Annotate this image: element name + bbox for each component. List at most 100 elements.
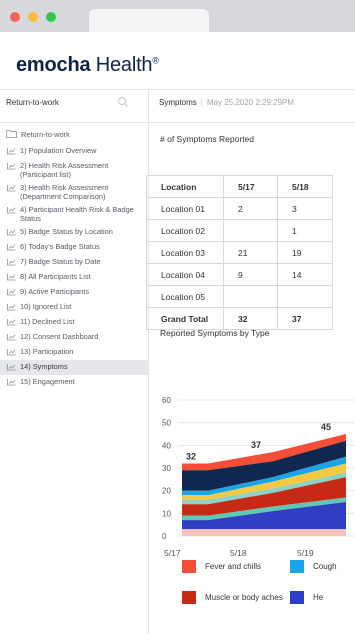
sidebar-item-label: 14) Symptoms [20,362,68,371]
section-title: Symptoms [159,98,197,107]
sidebar-item[interactable]: 15) Engagement [0,375,148,390]
table-cell [277,285,333,308]
sidebar-item[interactable]: 12) Consent Dashboard [0,330,148,345]
x-tick-label: 5/18 [230,548,247,558]
sidebar-item-label: 1) Population Overview [20,146,97,155]
sidebar-item[interactable]: 7) Badge Status by Date [0,255,148,270]
sidebar-item[interactable]: 6) Today's Badge Status [0,240,148,255]
table-row: Location 05 [146,285,333,308]
sidebar-item-label: 5) Badge Status by Location [20,227,113,236]
x-tick-label: 5/19 [297,548,314,558]
legend-swatch [290,560,304,573]
sidebar-item-return-to-work[interactable]: Return-to-work [0,128,148,143]
maximize-window-button[interactable] [46,12,56,22]
table-cell: Location 02 [146,219,224,242]
timestamp: May 25,2020 2:29:29PM [206,98,295,107]
legend-item[interactable]: Cough [290,560,337,573]
sidebar-item-label: 3) Health Risk Assessment (Department Co… [20,183,109,201]
sidebar-item[interactable]: 2) Health Risk Assessment (Participant l… [0,159,148,181]
table-cell: Location 01 [146,197,224,220]
total-data-label: 37 [251,440,261,450]
table-cell [223,285,278,308]
sidebar-item-label: 8) All Participants List [20,272,91,281]
report-icon [7,379,16,386]
table-cell: Location 03 [146,241,224,264]
sidebar-item-label: 13) Participation [20,347,74,356]
report-icon [7,207,16,214]
sidebar-item-label: 6) Today's Badge Status [20,242,100,251]
report-icon [7,289,16,296]
table-cell: 9 [223,263,278,286]
sidebar-item-label: 4) Participant Health Risk & Badge Statu… [20,205,134,223]
sidebar-item[interactable]: 13) Participation [0,345,148,360]
table-cell: 21 [223,241,278,264]
y-tick-label: 20 [162,487,171,496]
table-cell: 19 [277,241,333,264]
minimize-window-button[interactable] [28,12,38,22]
sidebar-item[interactable]: 10) Ignored List [0,300,148,315]
brand-logo: emocha Health® [16,54,159,76]
dashboard-page: emocha Health® Return-to-work Symptoms | M… [0,32,355,634]
report-icon [7,259,16,266]
report-icon [7,334,16,341]
sidebar-item[interactable]: 4) Participant Health Risk & Badge Statu… [0,203,148,225]
table-row: Location 02 1 [146,219,333,242]
report-icon [7,274,16,281]
browser-chrome [0,0,355,33]
report-icon [7,319,16,326]
app-frame: emocha Health® Return-to-work Symptoms | M… [0,0,355,634]
sidebar-item-label: 10) Ignored List [20,302,72,311]
report-icon [7,163,16,170]
table-row: Location 01 2 3 [146,197,333,220]
y-tick-label: 30 [162,464,171,473]
report-icon [7,304,16,311]
legend-label: He [313,593,324,602]
report-icon [7,229,16,236]
table-cell: Location 04 [146,263,224,286]
column-header[interactable]: 5/18 [277,175,333,198]
table-cell: Location 05 [146,285,224,308]
table-cell: 14 [277,263,333,286]
sidebar-item-label: 15) Engagement [20,377,75,386]
table-cell: 32 [223,307,278,330]
y-tick-label: 10 [162,509,171,518]
legend-swatch [290,591,304,604]
close-window-button[interactable] [10,12,20,22]
search-icon[interactable] [117,96,129,108]
table-cell: Grand Total [146,307,224,330]
legend-item[interactable]: He [290,591,323,604]
y-tick-label: 60 [162,396,171,405]
report-icon [7,148,16,155]
total-data-label: 45 [321,422,331,432]
sidebar-item-label: Return-to-work [21,130,70,139]
y-tick-label: 0 [162,532,167,541]
sidebar-item[interactable]: 1) Population Overview [0,144,148,159]
table-cell: 37 [277,307,333,330]
y-tick-label: 40 [162,441,171,450]
y-tick-label: 50 [162,419,171,428]
table-cell [223,219,278,242]
area-series [182,529,346,536]
sidebar-item[interactable]: 3) Health Risk Assessment (Department Co… [0,181,148,203]
total-data-label: 32 [186,451,196,461]
column-header[interactable]: 5/17 [223,175,278,198]
sidebar-item-label: 12) Consent Dashboard [20,332,99,341]
sidebar-item[interactable]: 5) Badge Status by Location [0,225,148,240]
sidebar-item-label: 7) Badge Status by Date [20,257,101,266]
report-icon [7,185,16,192]
report-icon [7,364,16,371]
sidebar-item[interactable]: 14) Symptoms [0,360,148,375]
legend-item[interactable]: Fever and chills [182,560,261,573]
sidebar-item[interactable]: 9) Active Participants [0,285,148,300]
legend-label: Fever and chills [205,562,262,571]
sidebar-item[interactable]: 11) Declined List [0,315,148,330]
symptoms-table: Location 5/17 5/18 Location 01 2 3 Location… [146,175,333,330]
column-header[interactable]: Location [146,175,224,198]
legend-item[interactable]: Muscle or body aches [182,591,283,604]
sidebar-item[interactable]: 8) All Participants List [0,270,148,285]
report-icon [7,244,16,251]
table-cell: 3 [277,197,333,220]
table-cell: 2 [223,197,278,220]
sidebar-item-label: 9) Active Participants [20,287,90,296]
browser-tab[interactable] [89,9,209,33]
